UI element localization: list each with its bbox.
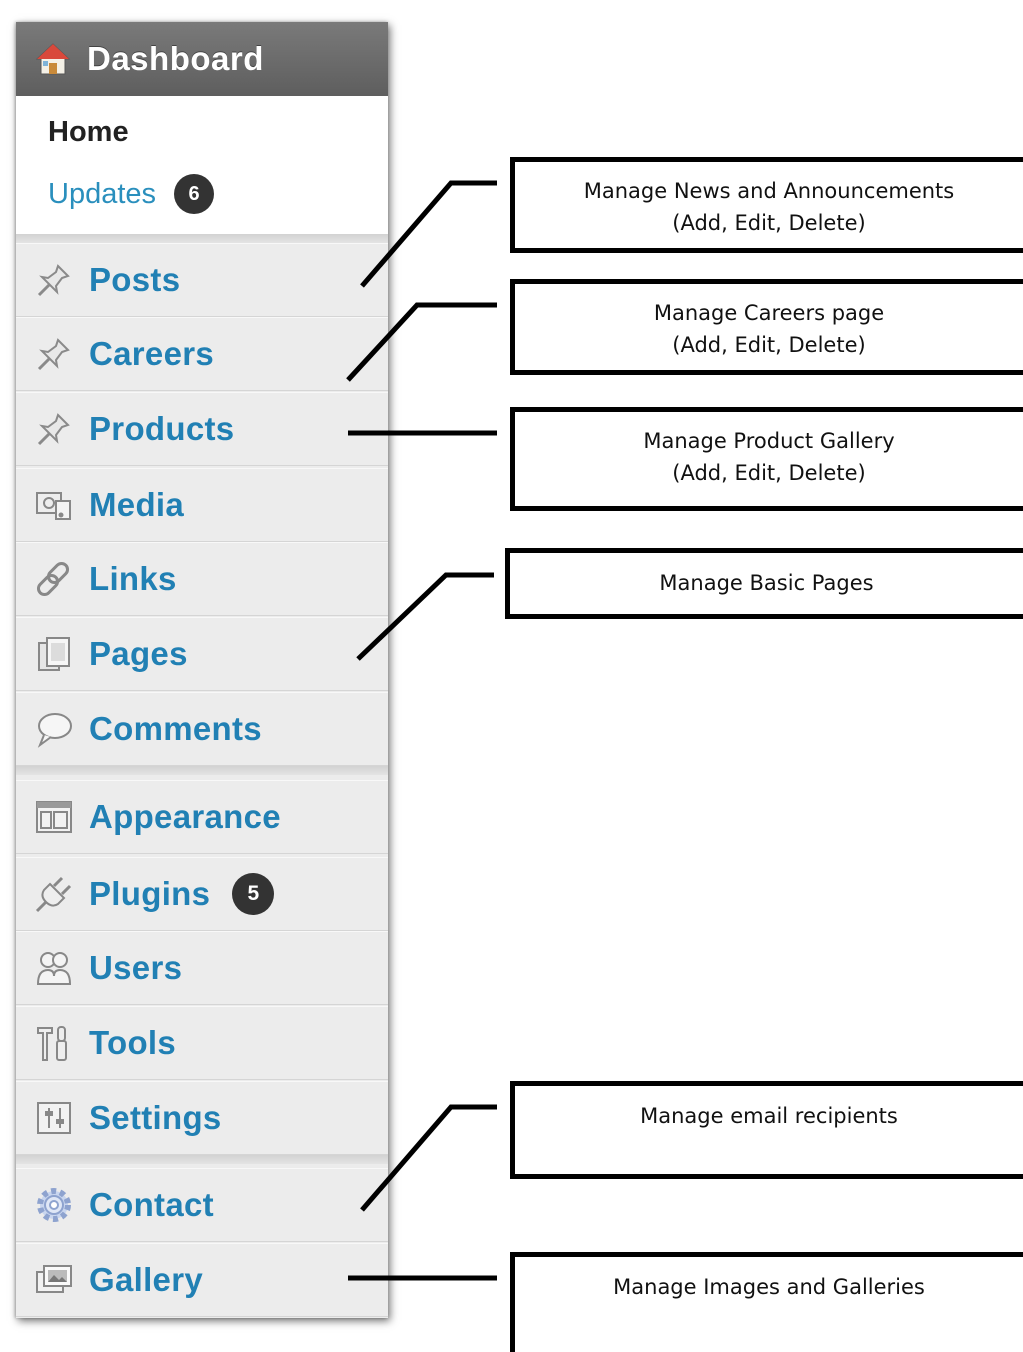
annotation-line: Manage email recipients xyxy=(640,1104,898,1128)
annotation-products: Manage Product Gallery (Add, Edit, Delet… xyxy=(510,407,1023,511)
connector-pages xyxy=(356,572,494,661)
annotation-gallery: Manage Images and Galleries xyxy=(510,1252,1023,1352)
connector-posts xyxy=(360,180,497,288)
annotation-line: Manage Careers page xyxy=(653,301,885,325)
annotation-line: Manage Images and Galleries xyxy=(613,1275,925,1299)
annotation-line: Manage Basic Pages xyxy=(659,571,874,595)
annotation-contact: Manage email recipients xyxy=(510,1081,1023,1179)
annotation-line: Manage News and Announcements xyxy=(583,179,955,203)
annotation-pages: Manage Basic Pages xyxy=(505,548,1023,619)
connector-contact xyxy=(360,1104,497,1212)
annotation-line: (Add, Edit, Delete) xyxy=(672,333,866,357)
connector-careers xyxy=(346,302,497,382)
annotation-line: (Add, Edit, Delete) xyxy=(672,461,866,485)
annotation-careers: Manage Careers page (Add, Edit, Delete) xyxy=(510,279,1023,375)
annotation-posts: Manage News and Announcements (Add, Edit… xyxy=(510,157,1023,253)
annotation-line: Manage Product Gallery xyxy=(643,429,895,453)
annotation-line: (Add, Edit, Delete) xyxy=(672,211,866,235)
